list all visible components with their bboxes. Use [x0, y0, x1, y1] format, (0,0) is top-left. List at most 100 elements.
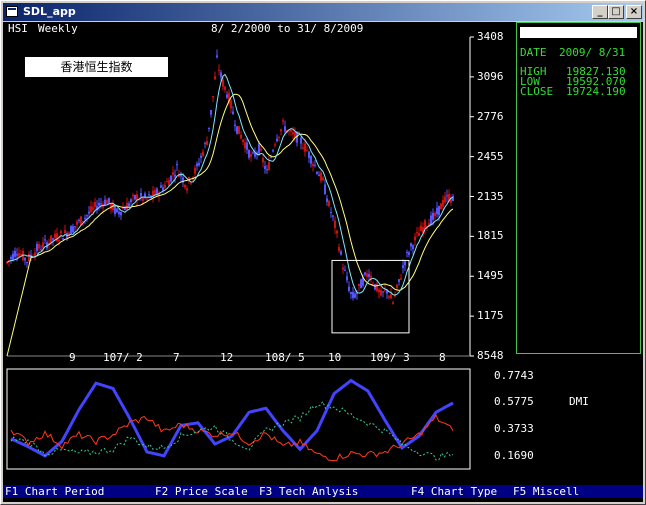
- candle-body: [114, 206, 116, 215]
- candle-body: [36, 244, 38, 252]
- candle-body: [354, 293, 356, 298]
- candle-body: [168, 180, 170, 186]
- candle-body: [372, 283, 374, 285]
- candle-body: [404, 261, 406, 266]
- candle-body: [336, 230, 338, 234]
- price-tick-label: 2135: [477, 190, 504, 203]
- candle-body: [432, 212, 434, 220]
- candle-body: [346, 276, 348, 281]
- price-tick-label: 1495: [477, 269, 504, 282]
- candle-body: [316, 171, 318, 174]
- candle-body: [352, 292, 354, 298]
- candle-body: [294, 131, 296, 138]
- function-key-f4[interactable]: F4 Chart Type: [411, 485, 497, 498]
- candle-body: [86, 215, 88, 217]
- candle-body: [140, 192, 142, 197]
- candle-body: [326, 198, 328, 202]
- candle-body: [360, 279, 362, 289]
- candle-body: [388, 296, 390, 298]
- candle-body: [340, 251, 342, 255]
- window-title: SDL_app: [23, 5, 76, 18]
- candle-body: [452, 196, 454, 201]
- candle-body: [328, 200, 330, 207]
- candle-body: [100, 203, 102, 205]
- function-key-f2[interactable]: F2 Price Scale: [155, 485, 248, 498]
- candle-body: [398, 279, 400, 282]
- time-tick-label: 9: [69, 351, 76, 364]
- candle-body: [378, 289, 380, 293]
- function-key-label: Chart Period: [18, 485, 105, 498]
- candle-body: [60, 231, 62, 234]
- quote-info-panel: DATE 2009/ 8/31 HIGH 19827.130 LOW 19592…: [516, 22, 641, 354]
- candle-body: [292, 132, 294, 135]
- candle-body: [134, 195, 136, 200]
- close-button[interactable]: ×: [626, 5, 642, 19]
- dmi-series-adx: [10, 378, 454, 458]
- function-key-label: Tech Anlysis: [272, 485, 359, 498]
- minimize-button[interactable]: _: [592, 5, 608, 19]
- price-tick-label: 3408: [477, 30, 504, 43]
- candle-body: [364, 272, 366, 275]
- function-key-code: F1: [5, 485, 19, 498]
- candle-body: [54, 233, 56, 239]
- dmi-chart: [6, 368, 471, 470]
- indicator-label: DMI: [569, 395, 589, 408]
- candle-body: [392, 302, 394, 304]
- candle-body: [118, 211, 120, 215]
- title-bar[interactable]: SDL_app _ □ ×: [3, 3, 643, 21]
- candle-body: [258, 142, 260, 154]
- candle-body: [132, 195, 134, 197]
- candle-body: [272, 150, 274, 152]
- candle-body: [276, 138, 278, 142]
- candle-body: [128, 203, 130, 207]
- candle-body: [106, 200, 108, 204]
- candle-body: [304, 143, 306, 152]
- candle-body: [374, 284, 376, 290]
- candle-body: [344, 269, 346, 271]
- time-tick-label: 8: [439, 351, 446, 364]
- candle-body: [290, 130, 292, 132]
- maximize-button[interactable]: □: [608, 5, 624, 19]
- candle-body: [166, 181, 168, 183]
- candle-body: [214, 76, 216, 80]
- candle-body: [342, 267, 344, 270]
- candle-body: [90, 206, 92, 212]
- candle-body: [194, 167, 196, 174]
- function-key-bar: F1 Chart Period F2 Price Scale F3 Tech Anl…: [3, 485, 643, 498]
- candle-body: [74, 226, 76, 228]
- candle-body: [366, 273, 368, 277]
- candle-body: [58, 239, 60, 242]
- date-value: 2009/ 8/31: [559, 46, 626, 59]
- candle-body: [444, 196, 446, 203]
- function-key-f1[interactable]: F1 Chart Period: [5, 485, 104, 498]
- candle-body: [38, 244, 40, 249]
- price-tick-label: 2776: [477, 110, 504, 123]
- candle-body: [216, 55, 218, 58]
- candle-body: [302, 147, 304, 149]
- candle-body: [28, 253, 30, 262]
- dmi-tick-label: 0.1690: [494, 449, 534, 462]
- candle-body: [390, 294, 392, 299]
- candle-body: [172, 172, 174, 175]
- function-key-code: F3: [259, 485, 273, 498]
- candle-body: [242, 139, 244, 143]
- candle-body: [20, 253, 22, 256]
- time-tick-label: 109/ 3: [370, 351, 410, 364]
- candle-body: [416, 232, 418, 234]
- candle-body: [130, 199, 132, 203]
- function-key-f5[interactable]: F5 Miscell: [513, 485, 579, 498]
- candle-body: [280, 129, 282, 132]
- candle-body: [88, 211, 90, 214]
- candle-body: [282, 120, 284, 122]
- time-tick-label: 12: [220, 351, 234, 364]
- candle-body: [266, 169, 268, 171]
- function-key-code: F4: [411, 485, 425, 498]
- candle-body: [160, 185, 162, 188]
- candle-body: [350, 292, 352, 294]
- candle-body: [76, 221, 78, 225]
- time-tick-label: 107/ 2: [103, 351, 143, 364]
- candle-body: [396, 284, 398, 288]
- function-key-f3[interactable]: F3 Tech Anlysis: [259, 485, 358, 498]
- function-key-code: F5: [513, 485, 527, 498]
- time-tick-label: 10: [328, 351, 342, 364]
